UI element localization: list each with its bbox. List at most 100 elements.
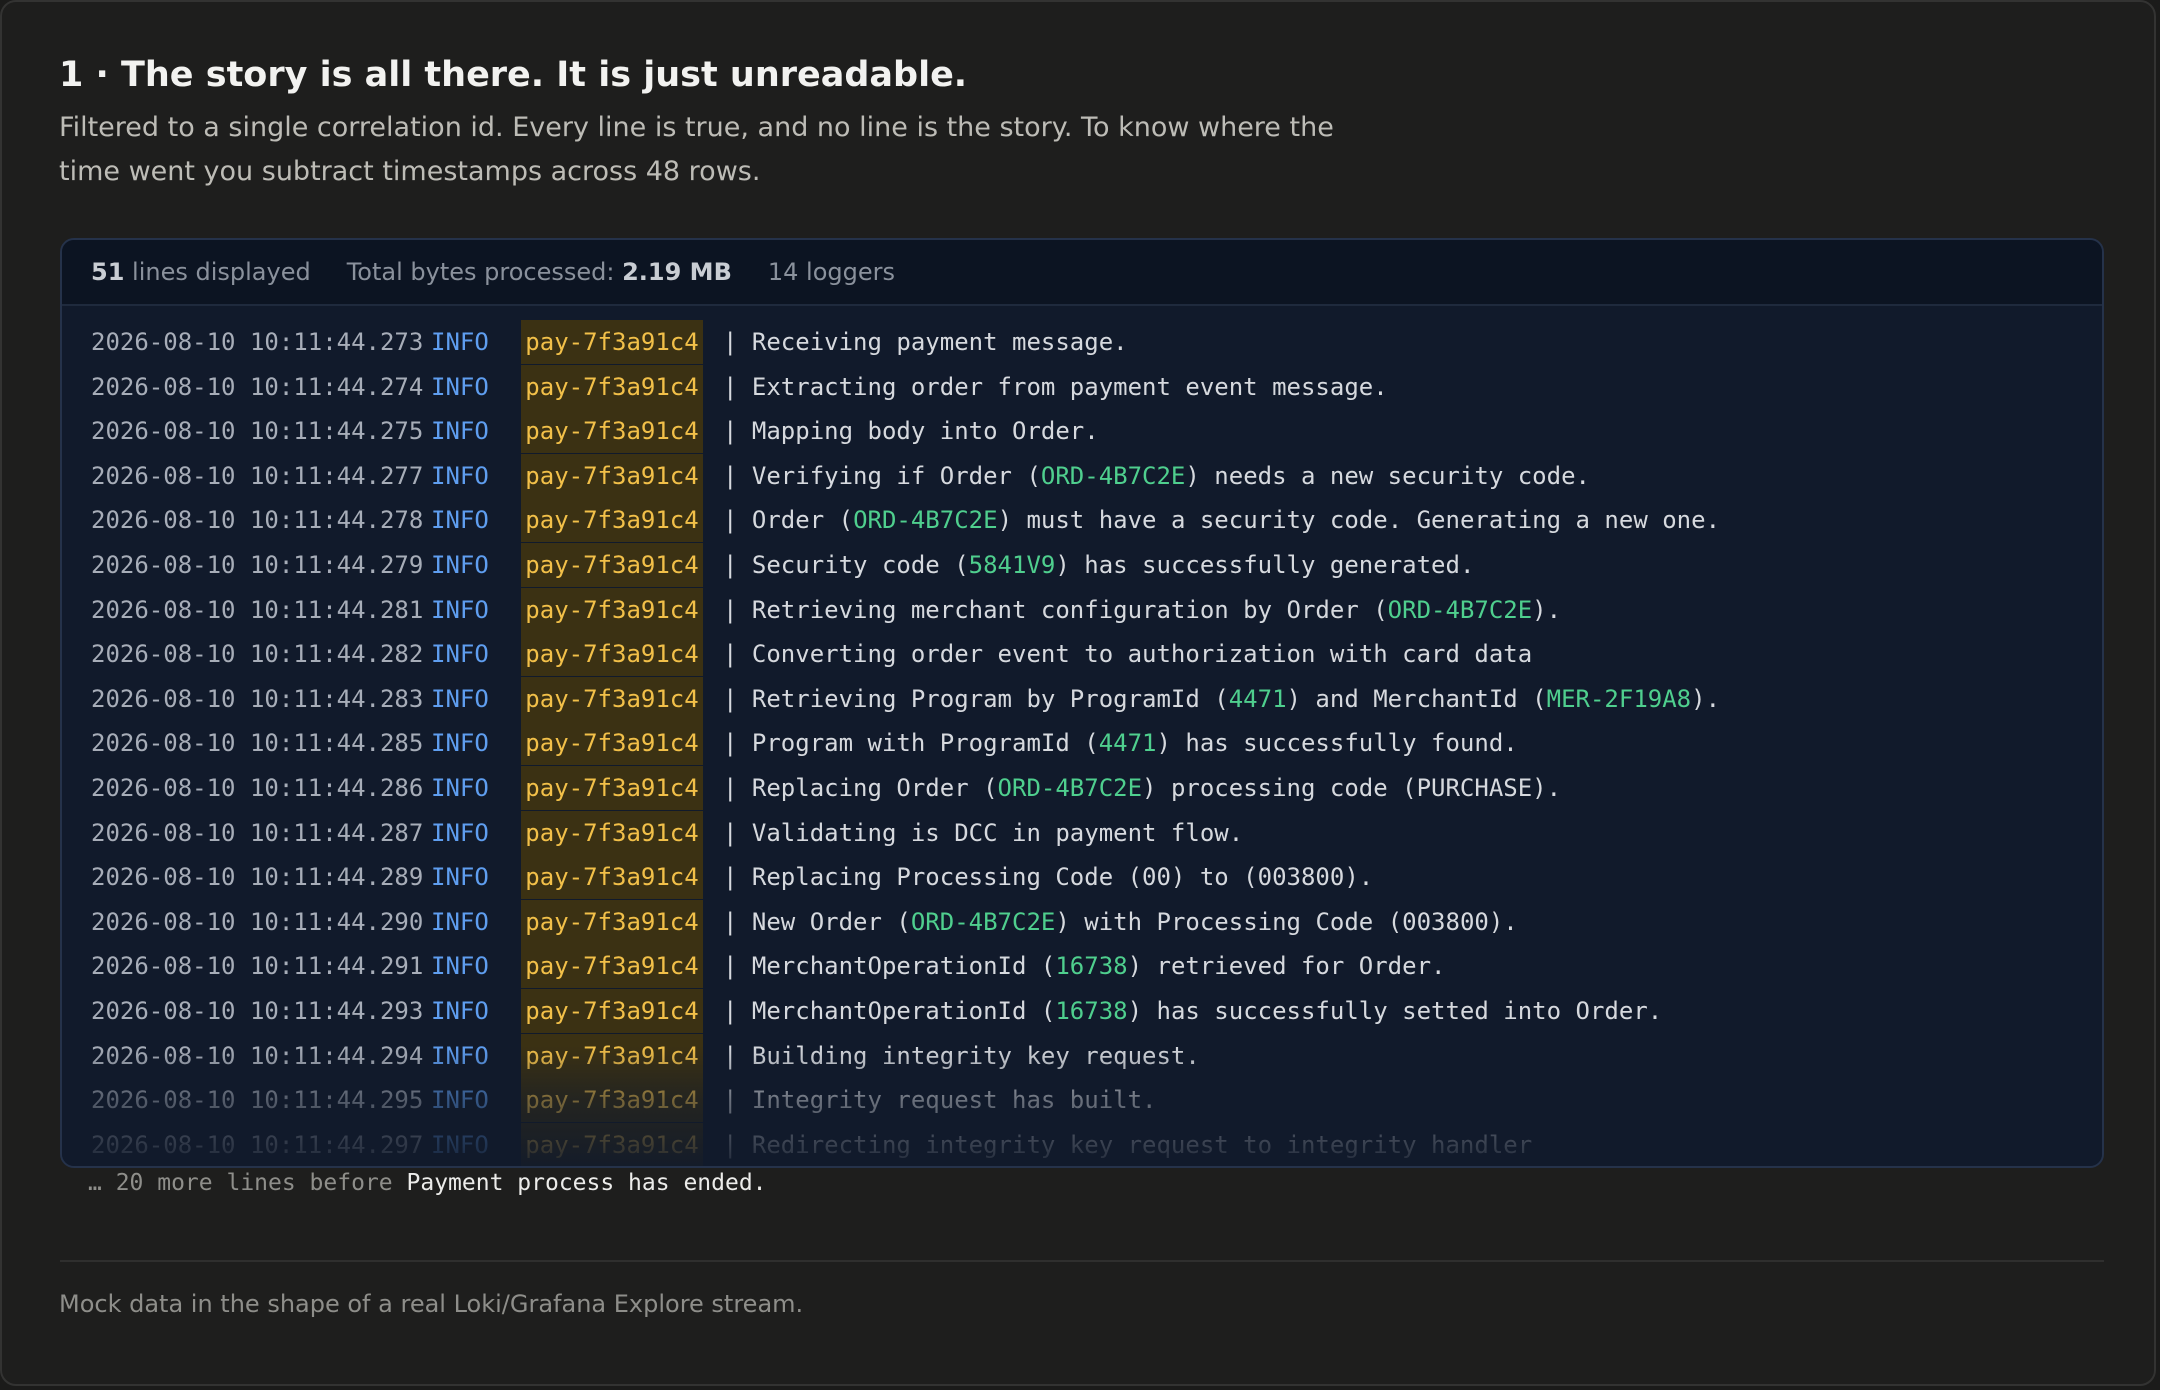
log-row[interactable]: 2026-08-10 10:11:44.273 INFO pay-7f3a91c4 |… bbox=[91, 320, 1128, 364]
bytes-processed-stat: Total bytes processed: 2.19 MB bbox=[347, 258, 732, 286]
log-stream-panel: 51 lines displayed Total bytes processed… bbox=[60, 238, 2104, 1168]
log-correlation-id[interactable]: pay-7f3a91c4 bbox=[521, 944, 703, 989]
log-separator: | bbox=[723, 595, 738, 624]
log-timestamp: 2026-08-10 10:11:44.285 bbox=[91, 729, 424, 758]
log-message-text: ) has successfully generated. bbox=[1055, 551, 1475, 579]
log-row[interactable]: 2026-08-10 10:11:44.281 INFO pay-7f3a91c4 |… bbox=[91, 587, 1561, 632]
section-description: Filtered to a single correlation id. Eve… bbox=[59, 112, 1334, 187]
log-timestamp: 2026-08-10 10:11:44.291 bbox=[91, 952, 424, 981]
loggers-stat: 14 loggers bbox=[767, 258, 895, 286]
log-message: | Security code (5841V9) has successfull… bbox=[723, 551, 1474, 579]
log-row[interactable]: 2026-08-10 10:11:44.291 INFO pay-7f3a91c4 |… bbox=[91, 944, 1445, 989]
log-message-text: MerchantOperationId ( bbox=[751, 952, 1056, 981]
log-message: | Mapping body into Order. bbox=[723, 417, 1099, 445]
log-row[interactable]: 2026-08-10 10:11:44.277 INFO pay-7f3a91c4 |… bbox=[91, 453, 1590, 498]
log-correlation-id[interactable]: pay-7f3a91c4 bbox=[521, 364, 703, 409]
log-row[interactable]: 2026-08-10 10:11:44.282 INFO pay-7f3a91c4 |… bbox=[91, 632, 1532, 677]
log-message-text: MerchantOperationId ( bbox=[751, 997, 1056, 1025]
log-correlation-id[interactable]: pay-7f3a91c4 bbox=[521, 899, 703, 944]
log-separator: | bbox=[723, 729, 738, 758]
log-correlation-id[interactable]: pay-7f3a91c4 bbox=[521, 676, 703, 721]
log-level: INFO bbox=[431, 1041, 489, 1070]
log-row[interactable]: 2026-08-10 10:11:44.293 INFO pay-7f3a91c4 |… bbox=[91, 989, 1662, 1033]
log-level: INFO bbox=[431, 729, 489, 758]
log-separator: | bbox=[723, 640, 738, 669]
log-timestamp: 2026-08-10 10:11:44.282 bbox=[91, 640, 424, 669]
log-row[interactable]: 2026-08-10 10:11:44.287 INFO pay-7f3a91c4 |… bbox=[91, 810, 1243, 855]
log-correlation-id[interactable]: pay-7f3a91c4 bbox=[521, 1122, 703, 1166]
log-level: INFO bbox=[431, 1130, 489, 1159]
log-correlation-id[interactable]: pay-7f3a91c4 bbox=[521, 543, 703, 587]
log-correlation-id[interactable]: pay-7f3a91c4 bbox=[521, 498, 703, 543]
log-level: INFO bbox=[431, 907, 489, 936]
log-level: INFO bbox=[431, 595, 489, 624]
log-message: | Building integrity key request. bbox=[723, 1042, 1200, 1070]
log-message-text: Redirecting integrity key request to int… bbox=[751, 1130, 1533, 1159]
log-correlation-id[interactable]: pay-7f3a91c4 bbox=[521, 989, 703, 1033]
log-timestamp: 2026-08-10 10:11:44.293 bbox=[91, 997, 424, 1025]
log-correlation-id[interactable]: pay-7f3a91c4 bbox=[521, 320, 703, 364]
log-highlight-value: ORD-4B7C2E bbox=[1040, 461, 1186, 490]
log-correlation-id[interactable]: pay-7f3a91c4 bbox=[521, 810, 703, 855]
log-message-text: Receiving payment message. bbox=[751, 328, 1128, 356]
log-message: | Receiving payment message. bbox=[723, 328, 1128, 356]
log-correlation-id[interactable]: pay-7f3a91c4 bbox=[521, 1078, 703, 1123]
log-separator: | bbox=[723, 774, 738, 802]
log-timestamp: 2026-08-10 10:11:44.295 bbox=[91, 1086, 424, 1115]
log-row[interactable]: 2026-08-10 10:11:44.283 INFO pay-7f3a91c4 |… bbox=[91, 676, 1721, 721]
log-correlation-id[interactable]: pay-7f3a91c4 bbox=[521, 721, 703, 766]
log-message: | MerchantOperationId (16738) has succes… bbox=[723, 997, 1662, 1025]
log-level: INFO bbox=[431, 328, 489, 356]
log-message-text: Building integrity key request. bbox=[751, 1041, 1200, 1070]
log-separator: | bbox=[723, 372, 738, 401]
log-timestamp: 2026-08-10 10:11:44.289 bbox=[91, 863, 424, 892]
log-separator: | bbox=[723, 461, 738, 490]
log-lines[interactable]: 2026-08-10 10:11:44.273 INFO pay-7f3a91c4 |… bbox=[62, 306, 2102, 1166]
log-separator: | bbox=[723, 952, 738, 981]
log-stats-bar: 51 lines displayed Total bytes processed… bbox=[62, 240, 2102, 306]
log-message: | Verifying if Order (ORD-4B7C2E) needs … bbox=[723, 462, 1590, 490]
log-row[interactable]: 2026-08-10 10:11:44.295 INFO pay-7f3a91c4 |… bbox=[91, 1078, 1157, 1123]
log-row[interactable]: 2026-08-10 10:11:44.294 INFO pay-7f3a91c4 |… bbox=[91, 1033, 1200, 1078]
log-timestamp: 2026-08-10 10:11:44.286 bbox=[91, 774, 424, 802]
log-timestamp: 2026-08-10 10:11:44.281 bbox=[91, 595, 424, 624]
log-timestamp: 2026-08-10 10:11:44.275 bbox=[91, 417, 424, 446]
log-highlight-value: ORD-4B7C2E bbox=[997, 774, 1143, 802]
log-correlation-id[interactable]: pay-7f3a91c4 bbox=[521, 632, 703, 677]
log-correlation-id[interactable]: pay-7f3a91c4 bbox=[521, 1033, 703, 1078]
log-row[interactable]: 2026-08-10 10:11:44.286 INFO pay-7f3a91c4 |… bbox=[91, 766, 1561, 810]
log-highlight-value: 4471 bbox=[1098, 729, 1157, 758]
log-row[interactable]: 2026-08-10 10:11:44.274 INFO pay-7f3a91c4 |… bbox=[91, 364, 1388, 409]
log-message-text: Integrity request has built. bbox=[751, 1086, 1157, 1115]
lines-displayed-stat: 51 lines displayed bbox=[91, 258, 311, 286]
log-correlation-id[interactable]: pay-7f3a91c4 bbox=[521, 587, 703, 632]
log-row[interactable]: 2026-08-10 10:11:44.289 INFO pay-7f3a91c4 |… bbox=[91, 855, 1373, 900]
log-separator: | bbox=[723, 506, 738, 535]
log-level: INFO bbox=[431, 506, 489, 535]
log-row[interactable]: 2026-08-10 10:11:44.275 INFO pay-7f3a91c4 |… bbox=[91, 409, 1099, 454]
log-level: INFO bbox=[431, 551, 489, 579]
log-row[interactable]: 2026-08-10 10:11:44.290 INFO pay-7f3a91c4 |… bbox=[91, 899, 1518, 944]
more-lines-prefix: … 20 more lines before bbox=[88, 1170, 393, 1196]
log-highlight-value: 16738 bbox=[1055, 997, 1128, 1025]
log-row[interactable]: 2026-08-10 10:11:44.279 INFO pay-7f3a91c4 |… bbox=[91, 543, 1474, 587]
log-row[interactable]: 2026-08-10 10:11:44.297 INFO pay-7f3a91c4 |… bbox=[91, 1122, 1533, 1166]
lines-label: lines displayed bbox=[132, 258, 311, 286]
log-row[interactable]: 2026-08-10 10:11:44.278 INFO pay-7f3a91c4 |… bbox=[91, 498, 1720, 543]
log-level: INFO bbox=[431, 952, 489, 981]
log-message-text: ). bbox=[1532, 595, 1562, 624]
log-message-text: ). bbox=[1691, 684, 1721, 713]
log-message-text: ) has successfully setted into Order. bbox=[1127, 997, 1663, 1025]
log-message: | Replacing Order (ORD-4B7C2E) processin… bbox=[723, 774, 1561, 802]
log-separator: | bbox=[723, 863, 738, 892]
log-message-text: New Order ( bbox=[751, 907, 911, 936]
log-level: INFO bbox=[431, 640, 489, 669]
log-correlation-id[interactable]: pay-7f3a91c4 bbox=[521, 453, 703, 498]
log-message: | Retrieving merchant configuration by O… bbox=[723, 596, 1561, 624]
log-row[interactable]: 2026-08-10 10:11:44.285 INFO pay-7f3a91c4 |… bbox=[91, 721, 1518, 766]
log-correlation-id[interactable]: pay-7f3a91c4 bbox=[521, 855, 703, 900]
log-correlation-id[interactable]: pay-7f3a91c4 bbox=[521, 409, 703, 454]
log-timestamp: 2026-08-10 10:11:44.297 bbox=[91, 1130, 424, 1159]
log-level: INFO bbox=[431, 863, 489, 892]
log-correlation-id[interactable]: pay-7f3a91c4 bbox=[521, 766, 703, 810]
